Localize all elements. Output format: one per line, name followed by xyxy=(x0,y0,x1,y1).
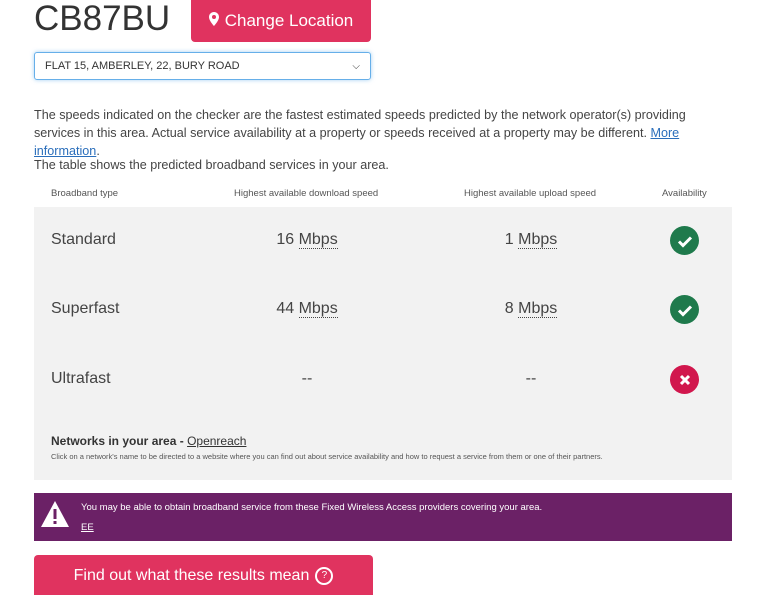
check-circle-icon xyxy=(670,226,699,255)
address-select[interactable]: FLAT 15, AMBERLEY, 22, BURY ROAD ⌵ xyxy=(34,52,371,80)
networks-note: Click on a network's name to be directed… xyxy=(51,452,603,461)
download-unit: Mbps xyxy=(298,300,338,318)
question-icon: ? xyxy=(315,567,334,585)
check-circle-icon xyxy=(670,295,699,324)
header-upload-speed: Highest available upload speed xyxy=(464,188,597,199)
broadband-table: Standard 16 Mbps 1 Mbps Superfast 44 Mbp… xyxy=(34,207,732,480)
networks-label: Networks in your area - xyxy=(51,434,184,448)
upload-speed: 8 Mbps xyxy=(458,300,604,318)
wireless-message: You may be able to obtain broadband serv… xyxy=(81,502,543,513)
table-row: Standard 16 Mbps 1 Mbps xyxy=(34,221,732,261)
broadband-type: Ultrafast xyxy=(51,370,111,387)
cross-circle-icon xyxy=(670,365,699,394)
broadband-type: Standard xyxy=(51,231,116,248)
header-availability: Availability xyxy=(662,188,707,199)
speed-disclaimer-text: The speeds indicated on the checker are … xyxy=(34,108,686,140)
header-broadband-type: Broadband type xyxy=(51,188,119,199)
table-intro: The table shows the predicted broadband … xyxy=(34,158,389,172)
download-speed: 44 Mbps xyxy=(234,300,380,318)
warning-icon xyxy=(40,500,70,533)
download-speed: -- xyxy=(301,370,313,387)
download-value: 44 xyxy=(276,300,295,317)
change-location-label: Change Location xyxy=(224,11,354,30)
upload-speed: -- xyxy=(525,370,537,387)
upload-speed: 1 Mbps xyxy=(458,231,604,249)
broadband-type: Superfast xyxy=(51,300,120,317)
download-unit: Mbps xyxy=(298,231,338,249)
change-location-button[interactable]: Change Location xyxy=(191,0,371,42)
download-speed: 16 Mbps xyxy=(234,231,380,249)
map-pin-icon xyxy=(208,11,219,31)
upload-unit: Mbps xyxy=(518,300,558,318)
header-download-speed: Highest available download speed xyxy=(234,188,379,199)
table-row: Superfast 44 Mbps 8 Mbps xyxy=(34,290,732,330)
chevron-down-icon: ⌵ xyxy=(352,60,360,72)
upload-value: 1 xyxy=(504,231,514,248)
upload-value: 8 xyxy=(504,300,514,317)
postcode-title: CB87BU xyxy=(34,0,171,38)
table-row: Ultrafast -- -- xyxy=(34,360,732,400)
wireless-notice: You may be able to obtain broadband serv… xyxy=(34,493,732,541)
upload-unit: Mbps xyxy=(518,231,558,249)
networks-in-area: Networks in your area - Openreach xyxy=(51,434,246,448)
results-meaning-label: Find out what these results mean xyxy=(73,567,310,584)
download-value: 16 xyxy=(276,231,295,248)
speed-disclaimer-trailing: . xyxy=(96,144,100,158)
speed-disclaimer: The speeds indicated on the checker are … xyxy=(34,106,734,160)
results-meaning-button[interactable]: Find out what these results mean ? xyxy=(34,555,373,595)
ee-link[interactable]: EE xyxy=(81,522,94,533)
address-select-value: FLAT 15, AMBERLEY, 22, BURY ROAD xyxy=(45,60,240,72)
openreach-link[interactable]: Openreach xyxy=(187,434,246,448)
